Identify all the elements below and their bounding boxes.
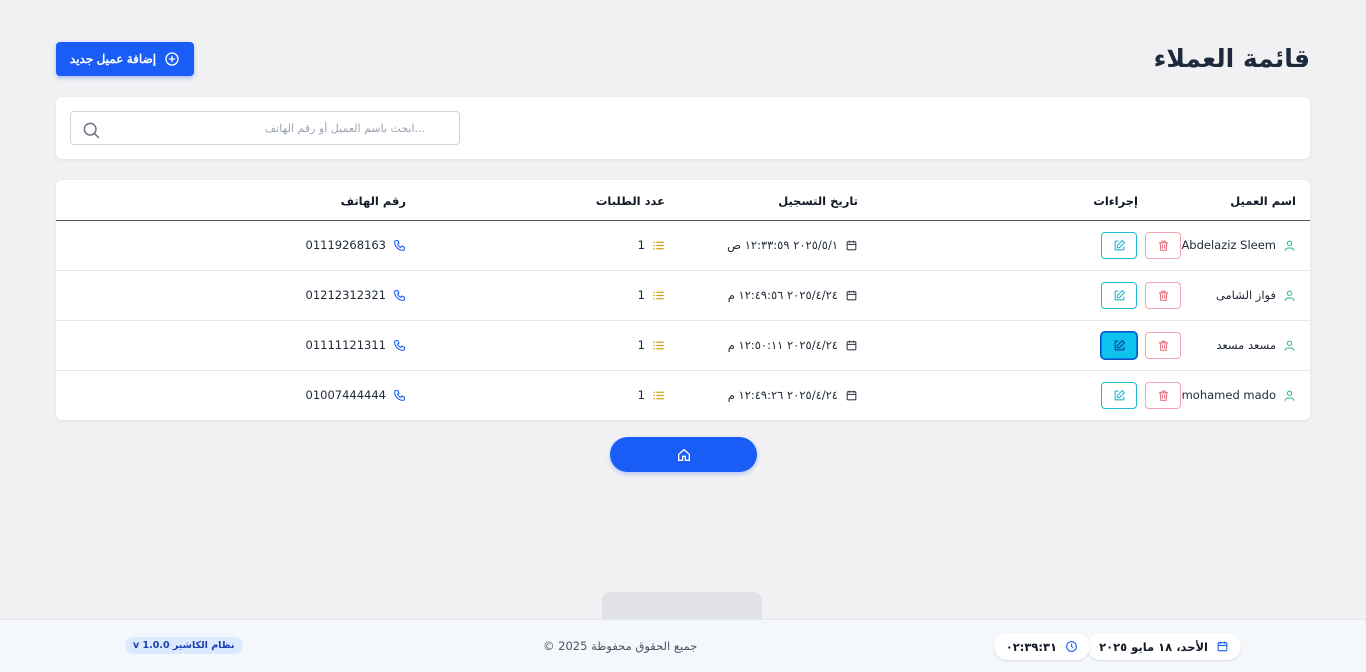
customer-phone: 01007444444 xyxy=(305,388,386,402)
customer-phone: 01119268163 xyxy=(305,238,386,252)
customer-name-cell: mohamed mado xyxy=(1182,388,1296,402)
edit-button[interactable] xyxy=(1101,232,1137,259)
add-customer-button[interactable]: إضافة عميل جديد xyxy=(56,42,194,76)
row-actions xyxy=(1101,382,1181,409)
column-header-orders: عدد الطلبات xyxy=(595,194,665,208)
add-customer-label: إضافة عميل جديد xyxy=(69,52,157,66)
column-header-actions: إجراءات xyxy=(1093,194,1138,208)
user-icon xyxy=(1284,340,1295,351)
list-icon xyxy=(653,391,664,399)
home-button[interactable] xyxy=(610,437,757,472)
registration-date-cell: ٢٠٢٥/٥/١ ١٢:٣٣:٥٩ ص xyxy=(727,238,858,252)
registration-date: ٢٠٢٥/٥/١ ١٢:٣٣:٥٩ ص xyxy=(727,238,838,252)
page-title: قائمة العملاء xyxy=(1153,44,1310,73)
edit-button[interactable] xyxy=(1101,332,1137,359)
orders-count-cell: 1 xyxy=(638,338,665,352)
home-icon xyxy=(677,448,690,461)
orders-count-cell: 1 xyxy=(638,388,665,402)
customer-name-cell: Abdelaziz Sleem xyxy=(1181,238,1296,252)
delete-button[interactable] xyxy=(1145,232,1181,259)
list-icon xyxy=(653,341,664,349)
orders-count: 1 xyxy=(637,388,645,402)
date-text: الأحد، ١٨ مايو ٢٠٢٥ xyxy=(1099,639,1208,654)
table-row: Abdelaziz Sleem 01119268163 1 ٢٠٢٥/٥/١ ١… xyxy=(56,221,1310,271)
time-display: ٠٢:٣٩:٣١ xyxy=(993,633,1090,660)
edit-button[interactable] xyxy=(1101,282,1137,309)
delete-button[interactable] xyxy=(1145,332,1181,359)
user-icon xyxy=(1284,240,1295,251)
page-header: قائمة العملاء إضافة عميل جديد xyxy=(56,42,1310,78)
delete-button[interactable] xyxy=(1145,282,1181,309)
row-actions xyxy=(1101,332,1181,359)
calendar-icon xyxy=(1217,641,1228,652)
time-text: ٠٢:٣٩:٣١ xyxy=(1005,639,1057,654)
version-badge: نظام الكاشير v 1.0.0 xyxy=(125,637,243,654)
orders-count-cell: 1 xyxy=(638,238,665,252)
phone-icon xyxy=(394,339,405,351)
customer-name-cell: فواز الشامى xyxy=(1216,288,1296,302)
orders-count: 1 xyxy=(637,338,645,352)
column-header-name: اسم العميل xyxy=(1230,194,1296,208)
customer-phone-cell: 01119268163 xyxy=(306,238,406,252)
plus-circle-icon xyxy=(165,52,179,66)
table-row: مسعد مسعد 01111121311 1 ٢٠٢٥/٤/٢٤ ١٢:٥٠:… xyxy=(56,321,1310,371)
customer-phone: 01212312321 xyxy=(305,288,386,302)
list-icon xyxy=(653,291,664,299)
edit-button[interactable] xyxy=(1101,382,1137,409)
customer-phone-cell: 01111121311 xyxy=(306,338,406,352)
row-actions xyxy=(1101,282,1181,309)
table-row: فواز الشامى 01212312321 1 ٢٠٢٥/٤/٢٤ ١٢:٤… xyxy=(56,271,1310,321)
customer-phone: 01111121311 xyxy=(305,338,386,352)
customer-name: mohamed mado xyxy=(1181,388,1276,402)
calendar-icon xyxy=(846,340,857,350)
search-card xyxy=(56,97,1310,159)
orders-count-cell: 1 xyxy=(638,288,665,302)
customer-phone-cell: 01007444444 xyxy=(306,388,406,402)
calendar-icon xyxy=(846,290,857,300)
edit-icon xyxy=(1114,390,1125,401)
clock-icon xyxy=(1066,641,1077,652)
registration-date-cell: ٢٠٢٥/٤/٢٤ ١٢:٤٩:٢٦ م xyxy=(728,388,858,402)
phone-icon xyxy=(394,239,405,251)
customer-name: فواز الشامى xyxy=(1215,288,1276,302)
search-icon xyxy=(83,122,100,139)
customers-table: اسم العميل رقم الهاتف عدد الطلبات تاريخ … xyxy=(56,180,1310,420)
customer-name: مسعد مسعد xyxy=(1216,338,1276,352)
date-display: الأحد، ١٨ مايو ٢٠٢٥ xyxy=(1087,633,1241,660)
registration-date: ٢٠٢٥/٤/٢٤ ١٢:٤٩:٥٦ م xyxy=(727,288,838,302)
table-header: اسم العميل رقم الهاتف عدد الطلبات تاريخ … xyxy=(56,180,1310,221)
search-box xyxy=(70,111,460,145)
copyright-text: جميع الحقوق محفوظة 2025 © xyxy=(543,639,698,653)
calendar-icon xyxy=(846,240,857,250)
user-icon xyxy=(1284,390,1295,401)
edit-icon xyxy=(1114,290,1125,301)
column-header-date: تاريخ التسجيل xyxy=(778,194,858,208)
delete-button[interactable] xyxy=(1145,382,1181,409)
customer-name: Abdelaziz Sleem xyxy=(1181,238,1276,252)
calendar-icon xyxy=(846,390,857,400)
phone-icon xyxy=(394,289,405,301)
registration-date-cell: ٢٠٢٥/٤/٢٤ ١٢:٤٩:٥٦ م xyxy=(728,288,858,302)
orders-count: 1 xyxy=(637,288,645,302)
trash-icon xyxy=(1158,290,1168,301)
trash-icon xyxy=(1158,240,1168,251)
trash-icon xyxy=(1158,390,1168,401)
table-row: mohamed mado 01007444444 1 ٢٠٢٥/٤/٢٤ ١٢:… xyxy=(56,371,1310,420)
edit-icon xyxy=(1114,240,1125,251)
trash-icon xyxy=(1158,340,1168,351)
edit-icon xyxy=(1114,340,1125,351)
search-input[interactable] xyxy=(85,112,425,144)
row-actions xyxy=(1101,232,1181,259)
list-icon xyxy=(653,241,664,249)
phone-icon xyxy=(394,389,405,401)
orders-count: 1 xyxy=(637,238,645,252)
registration-date-cell: ٢٠٢٥/٤/٢٤ ١٢:٥٠:١١ م xyxy=(728,338,858,352)
customer-name-cell: مسعد مسعد xyxy=(1216,338,1296,352)
customer-phone-cell: 01212312321 xyxy=(306,288,406,302)
footer: الأحد، ١٨ مايو ٢٠٢٥ ٠٢:٣٩:٣١ جميع الحقوق… xyxy=(0,619,1366,672)
registration-date: ٢٠٢٥/٤/٢٤ ١٢:٤٩:٢٦ م xyxy=(727,388,838,402)
registration-date: ٢٠٢٥/٤/٢٤ ١٢:٥٠:١١ م xyxy=(727,338,838,352)
user-icon xyxy=(1284,290,1295,301)
column-header-phone: رقم الهاتف xyxy=(340,194,406,208)
